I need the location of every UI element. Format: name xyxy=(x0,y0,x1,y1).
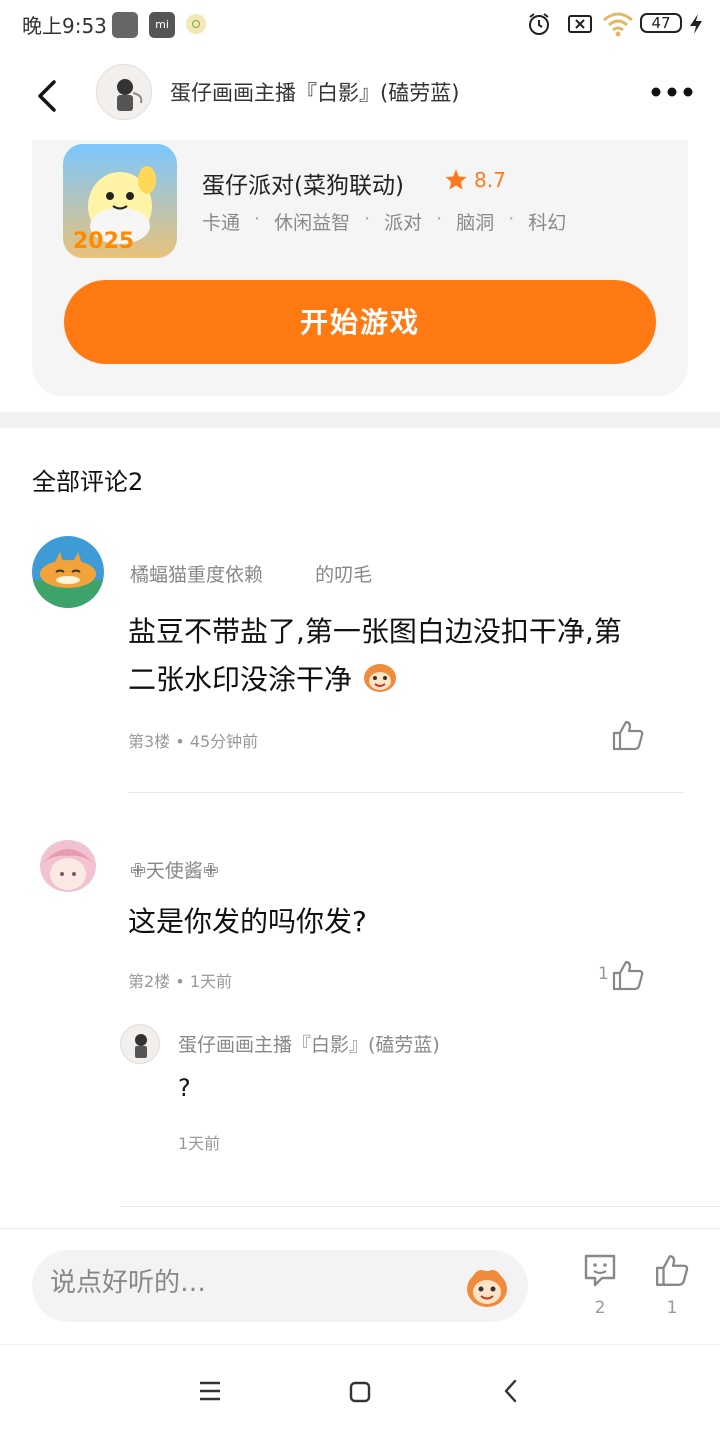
start-game-button[interactable]: 开始游戏 xyxy=(64,280,656,364)
menu-icon[interactable] xyxy=(198,1380,222,1402)
commenter-avatar[interactable] xyxy=(32,536,104,608)
tag-item[interactable]: 科幻 xyxy=(528,208,566,235)
section-divider xyxy=(0,412,720,428)
status-time: 晚上9:53 xyxy=(22,14,107,38)
tag-item[interactable]: 卡通 xyxy=(202,208,240,235)
tag-separator: · xyxy=(364,208,371,230)
reply-avatar[interactable] xyxy=(120,1024,160,1064)
tag-item[interactable]: 脑洞 xyxy=(456,208,494,235)
comment-user[interactable]: 橘蝠猫重度依赖 的叨毛 xyxy=(130,560,372,587)
notification-dot-icon xyxy=(186,14,206,34)
reply-text: ? xyxy=(178,1074,191,1102)
meta-separator: • xyxy=(175,972,190,991)
back-icon[interactable] xyxy=(30,76,70,116)
comment-user-suffix: 的叨毛 xyxy=(315,564,373,586)
comment-time: 45分钟前 xyxy=(189,732,259,751)
tag-item[interactable]: 派对 xyxy=(384,208,422,235)
nav-divider xyxy=(0,1344,720,1345)
charging-icon xyxy=(690,14,702,34)
like-icon[interactable] xyxy=(611,718,645,752)
game-name: 蛋仔派对(菜狗联动) xyxy=(202,173,404,199)
like-count: 1 xyxy=(666,1298,678,1318)
nav-back-icon[interactable] xyxy=(500,1378,522,1404)
comment-meta: 第2楼 • 1天前 xyxy=(128,968,232,992)
monkey-emoji-icon xyxy=(363,664,396,692)
comment-username[interactable]: ✙天使酱✙ xyxy=(130,856,219,883)
meta-separator: • xyxy=(175,732,190,751)
commenter-avatar-image xyxy=(32,832,104,904)
author-avatar-image xyxy=(117,79,143,111)
game-tags: 卡通 · 休闲益智 · 派对 · 脑洞 · 科幻 xyxy=(202,208,566,235)
sim-off-icon xyxy=(568,15,592,33)
mi-app-icon: mi xyxy=(149,12,175,38)
game-icon-image: 2025 xyxy=(63,144,177,258)
comment-time: 1天前 xyxy=(189,972,232,991)
comment-divider xyxy=(128,792,684,793)
reply-time: 1天前 xyxy=(178,1134,221,1153)
reply-avatar-image xyxy=(135,1034,147,1058)
comment-floor: 第3楼 xyxy=(128,732,171,751)
comment-username: 橘蝠猫重度依赖 xyxy=(130,564,264,586)
like-count: 1 xyxy=(598,964,609,984)
comment-meta: 第3楼 • 45分钟前 xyxy=(128,728,258,752)
commenter-avatar-image xyxy=(32,536,104,608)
game-rating: 8.7 xyxy=(444,168,506,192)
comment-icon[interactable] xyxy=(582,1252,618,1288)
comment-text: 这是你发的吗你发? xyxy=(128,905,367,938)
svg-text:2025: 2025 xyxy=(73,229,134,254)
more-icon[interactable] xyxy=(650,82,698,102)
comment-input-placeholder: 说点好听的… xyxy=(50,1268,207,1298)
battery-indicator: 47 xyxy=(640,13,682,33)
emoji-icon[interactable] xyxy=(464,1264,510,1310)
bottom-bar-divider xyxy=(0,1228,720,1229)
author-avatar[interactable] xyxy=(96,64,152,120)
star-icon xyxy=(445,169,467,190)
comment-count: 2 xyxy=(594,1298,606,1318)
comment-text: 盐豆不带盐了,第一张图白边没扣干净,第二张水印没涂干净 xyxy=(128,608,648,704)
like-icon[interactable] xyxy=(611,958,645,992)
rating-value: 8.7 xyxy=(474,168,506,192)
home-icon[interactable] xyxy=(348,1380,372,1404)
tag-item[interactable]: 休闲益智 xyxy=(274,208,350,235)
commenter-avatar[interactable] xyxy=(32,832,104,904)
alarm-icon xyxy=(529,13,549,35)
tag-separator: · xyxy=(254,208,261,230)
reply-username[interactable]: 蛋仔画画主播『白影』(磕劳蓝) xyxy=(178,1030,440,1057)
like-icon[interactable] xyxy=(654,1252,690,1288)
tag-separator: · xyxy=(508,208,515,230)
reply-divider xyxy=(120,1206,720,1207)
notification-app-icon xyxy=(112,12,138,38)
comment-floor: 第2楼 xyxy=(128,972,171,991)
game-icon[interactable]: 2025 xyxy=(63,144,177,258)
comments-title: 全部评论2 xyxy=(32,468,144,496)
page-title: 蛋仔画画主播『白影』(磕劳蓝) xyxy=(170,81,460,105)
wifi-icon xyxy=(603,12,633,37)
tag-separator: · xyxy=(436,208,443,230)
